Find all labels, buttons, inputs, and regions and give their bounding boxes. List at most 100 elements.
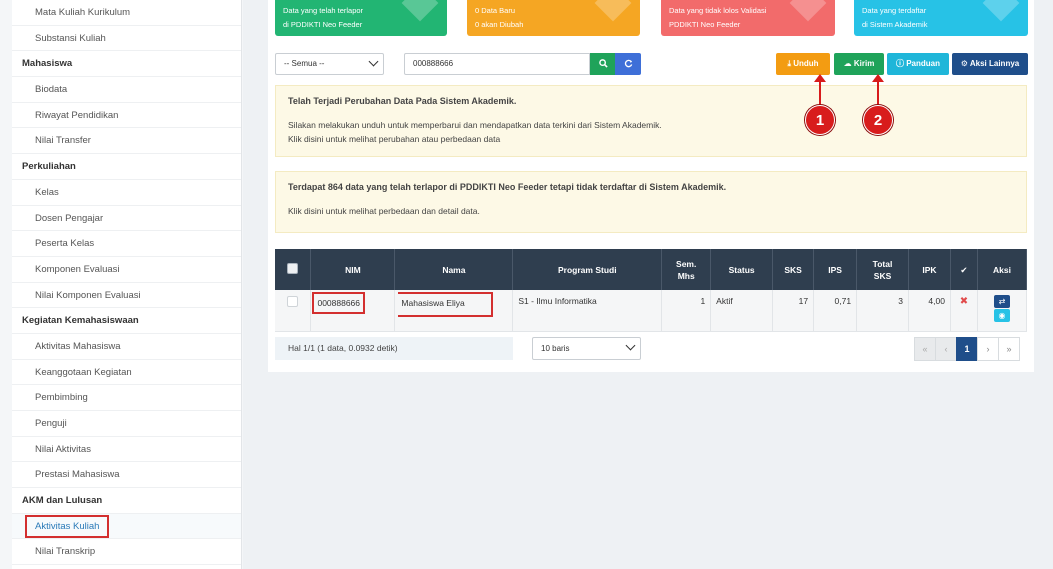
- sidebar-item-label: Biodata: [35, 84, 68, 96]
- download-icon: ⤓: [787, 59, 791, 68]
- sidebar-section-heading: Mahasiswa: [12, 51, 241, 78]
- cell-status: Aktif: [710, 290, 774, 332]
- row-checkbox[interactable]: [275, 290, 312, 332]
- col-total-sks[interactable]: Total SKS: [856, 249, 909, 290]
- sidebar-item-label: Aktivitas Mahasiswa: [35, 340, 121, 352]
- tile-invalid-line2: PDDIKTI Neo Feeder: [669, 20, 741, 29]
- page-first-button[interactable]: «: [914, 337, 936, 361]
- unduh-label: Unduh: [793, 59, 819, 68]
- sidebar-item[interactable]: Pembimbing: [12, 385, 241, 411]
- alert-unregistered-link[interactable]: Klik disini untuk melihat perbedaan dan …: [288, 204, 1014, 218]
- sidebar-item-label: Komponen Evaluasi: [35, 263, 120, 275]
- col-sem-line2: Mhs: [677, 270, 695, 281]
- col-nama[interactable]: Nama: [394, 249, 514, 290]
- sidebar-item-label: Prestasi Mahasiswa: [35, 469, 120, 481]
- rows-per-page-select[interactable]: 10 baris: [532, 337, 641, 360]
- alert-unregistered-data: Terdapat 864 data yang telah terlapor di…: [275, 171, 1027, 233]
- sidebar-item-label: Dosen Pengajar: [35, 212, 104, 224]
- col-aksi: Aksi: [977, 249, 1028, 290]
- col-sem-mhs[interactable]: Sem. Mhs: [661, 249, 712, 290]
- page-current-button[interactable]: 1: [956, 337, 978, 361]
- cell-sks: 17: [772, 290, 815, 332]
- kirim-button[interactable]: ☁ Kirim: [834, 53, 884, 75]
- sidebar-item-label: Keanggotaan Kegiatan: [35, 366, 132, 378]
- check-circle-icon: ✔: [960, 264, 968, 275]
- sidebar-item-label: Penguji: [35, 418, 67, 429]
- tile-new-line2: 0 akan Diubah: [475, 20, 524, 29]
- sidebar-item-label: Aktivitas Kuliah: [25, 514, 110, 538]
- cell-aksi: ⇄ ◉: [977, 290, 1028, 332]
- tile-new-changed[interactable]: 0 Data Baru 0 akan Diubah: [467, 0, 640, 36]
- unduh-button[interactable]: ⤓ Unduh: [776, 53, 830, 75]
- chevron-down-icon: [625, 340, 636, 351]
- col-total-line1: Total: [872, 258, 893, 269]
- sidebar-item-label: Nilai Transkrip: [35, 546, 96, 558]
- main-content: Data yang telah terlapor di PDDIKTI Neo …: [250, 0, 1053, 569]
- sidebar-item[interactable]: Nilai Transkrip: [12, 539, 241, 566]
- sidebar-item[interactable]: Riwayat Pendidikan: [12, 103, 241, 129]
- aksi-lainnya-button[interactable]: ⚙ Aksi Lainnya: [952, 53, 1028, 75]
- cell-nim: 000888666: [310, 290, 396, 332]
- select-all-checkbox[interactable]: [275, 249, 312, 290]
- sidebar-item[interactable]: Nilai Komponen Evaluasi: [12, 283, 241, 309]
- sidebar-item[interactable]: Peserta Kelas: [12, 231, 241, 257]
- sidebar-item-label: Riwayat Pendidikan: [35, 109, 119, 121]
- refresh-button[interactable]: [615, 53, 641, 75]
- col-sem-line1: Sem.: [676, 258, 697, 269]
- col-sks[interactable]: SKS: [772, 249, 815, 290]
- sidebar-section-heading: AKM dan Lulusan: [12, 488, 241, 514]
- data-table: NIM Nama Program Studi Sem. Mhs Status SK…: [275, 249, 1028, 332]
- pagination: « ‹ 1 › »: [914, 337, 1020, 361]
- sidebar-item[interactable]: Prestasi Mahasiswa: [12, 462, 241, 489]
- alert-data-changed-link[interactable]: Klik disini untuk melihat perubahan atau…: [288, 132, 1014, 146]
- annotation-arrow-1: [814, 74, 826, 105]
- sidebar-item[interactable]: Kelas: [12, 180, 241, 206]
- sidebar-item[interactable]: Aktivitas Mahasiswa: [12, 334, 241, 360]
- kirim-label: Kirim: [853, 59, 875, 68]
- cell-nama-value: Mahasiswa Eliya: [398, 292, 493, 317]
- sidebar-item-label: Peserta Kelas: [35, 238, 95, 250]
- filter-select[interactable]: -- Semua --: [275, 53, 384, 75]
- search-input[interactable]: 000888666: [404, 53, 590, 75]
- sidebar-item[interactable]: Keanggotaan Kegiatan: [12, 360, 241, 386]
- sidebar-item-label: Kelas: [35, 186, 59, 198]
- annotation-arrow-2: [872, 74, 884, 105]
- cloud-upload-icon: ☁: [843, 59, 852, 68]
- alert-data-changed-text: Silakan melakukan unduh untuk memperbaru…: [288, 120, 662, 130]
- cell-ipk: 4,00: [908, 290, 951, 332]
- tile-reported[interactable]: Data yang telah terlapor di PDDIKTI Neo …: [275, 0, 447, 36]
- swap-action-button[interactable]: ⇄: [993, 295, 1010, 308]
- alert-data-changed-title: Telah Terjadi Perubahan Data Pada Sistem…: [288, 96, 517, 106]
- page-prev-button[interactable]: ‹: [935, 337, 957, 361]
- sidebar-item-label: Pembimbing: [35, 392, 88, 404]
- col-prodi[interactable]: Program Studi: [512, 249, 663, 290]
- sidebar-item[interactable]: Aktivitas Kuliah: [12, 513, 241, 540]
- close-icon: ✖: [950, 290, 978, 332]
- sidebar-item[interactable]: Nilai Transfer: [12, 128, 241, 155]
- page-next-button[interactable]: ›: [977, 337, 999, 361]
- panduan-button[interactable]: ⓘ Panduan: [887, 53, 949, 75]
- col-nim[interactable]: NIM: [310, 249, 396, 290]
- sidebar-section-heading: Kegiatan Kemahasiswaan: [12, 308, 241, 334]
- sidebar-item-label: Nilai Aktivitas: [35, 443, 91, 455]
- col-ipk[interactable]: IPK: [908, 249, 951, 290]
- col-status[interactable]: Status: [710, 249, 774, 290]
- col-validated: ✔: [950, 249, 978, 290]
- view-action-button[interactable]: ◉: [993, 309, 1010, 322]
- col-ips[interactable]: IPS: [813, 249, 858, 290]
- sidebar-menu: Mata Kuliah Kurikulum Substansi Kuliah Mah…: [12, 0, 242, 569]
- sidebar-item[interactable]: Substansi Kuliah: [12, 26, 241, 52]
- tile-invalid[interactable]: Data yang tidak lolos Validasi PDDIKTI N…: [661, 0, 835, 36]
- sidebar-item[interactable]: Dosen Pengajar: [12, 206, 241, 232]
- tile-registered[interactable]: Data yang terdaftar di Sistem Akademik: [854, 0, 1028, 36]
- search-button[interactable]: [590, 53, 616, 75]
- page-last-button[interactable]: »: [998, 337, 1020, 361]
- alert-unregistered-title: Terdapat 864 data yang telah terlapor di…: [288, 182, 727, 192]
- sidebar-item[interactable]: Biodata: [12, 77, 241, 103]
- cell-prodi: S1 - Ilmu Informatika: [512, 290, 663, 332]
- panduan-label: Panduan: [906, 59, 940, 68]
- sidebar-item[interactable]: Mata Kuliah Kurikulum: [12, 0, 241, 26]
- sidebar-item[interactable]: Komponen Evaluasi: [12, 257, 241, 283]
- sidebar-item[interactable]: Penguji: [12, 411, 241, 437]
- sidebar-item[interactable]: Nilai Aktivitas: [12, 437, 241, 463]
